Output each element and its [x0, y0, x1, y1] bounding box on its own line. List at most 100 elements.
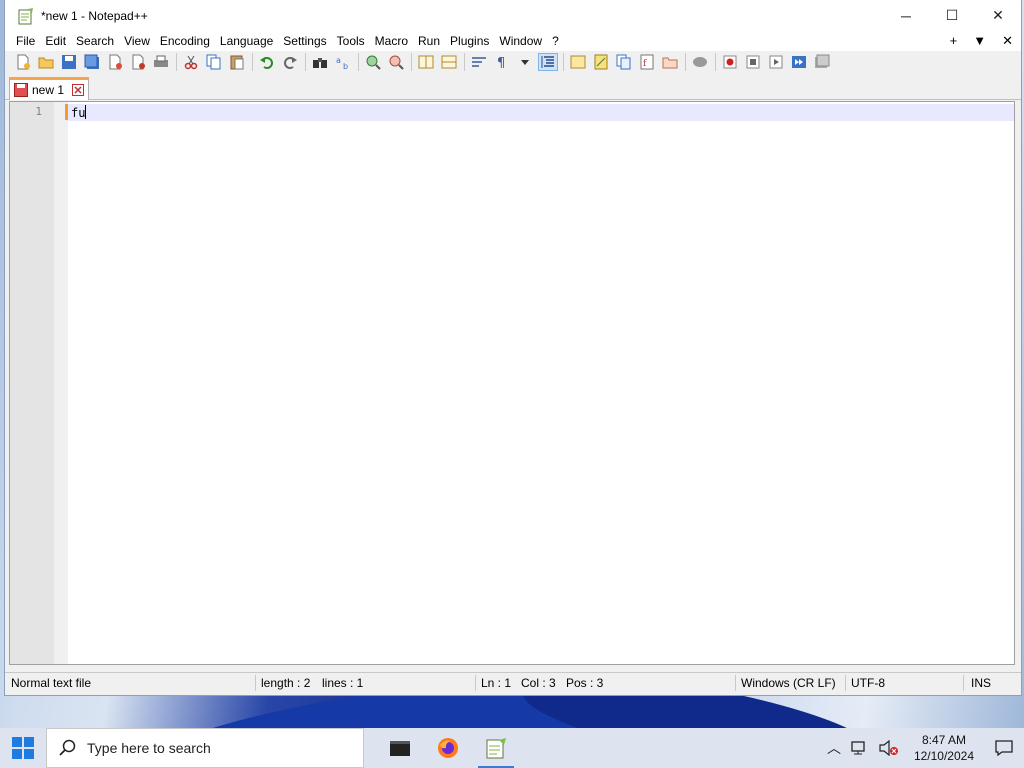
menu-settings[interactable]: Settings [278, 31, 331, 51]
status-bar: Normal text file length : 2 lines : 1 Ln… [5, 672, 1021, 692]
menu-window[interactable]: Window [494, 31, 547, 51]
record-icon [723, 55, 737, 69]
add-tab-button[interactable]: + [950, 31, 958, 51]
binoculars-icon [313, 58, 327, 68]
maximize-button[interactable]: ☐ [929, 0, 975, 31]
printer-icon [154, 55, 168, 67]
current-line-highlight [68, 104, 1014, 121]
close-button[interactable]: ✕ [975, 0, 1021, 31]
notepadpp-window: *new 1 - Notepad++ ─ ☐ ✕ File Edit Searc… [4, 0, 1022, 696]
show-hidden-icons-chevron-up-icon[interactable]: ︿ [827, 738, 841, 758]
menu-help[interactable]: ? [547, 31, 564, 51]
notepadpp-app-icon [18, 7, 33, 24]
taskbar-notepadpp-app[interactable] [472, 728, 520, 768]
network-icon[interactable] [851, 740, 869, 756]
save-all-button[interactable] [82, 53, 102, 71]
line-number: 1 [35, 105, 42, 118]
start-button[interactable] [0, 728, 46, 768]
zoom-out-button[interactable] [386, 53, 406, 71]
clock-date: 12/10/2024 [913, 749, 974, 763]
tab-close-icon[interactable] [72, 84, 85, 96]
cut-button[interactable] [181, 53, 201, 71]
sync-vertical-button[interactable] [416, 53, 436, 71]
taskbar-terminal-app[interactable] [376, 728, 424, 768]
function-list-icon: f [640, 54, 654, 70]
notification-center-button[interactable] [984, 728, 1024, 768]
paste-button[interactable] [227, 53, 247, 71]
editor-area[interactable]: 1 fu [9, 101, 1015, 665]
menu-view[interactable]: View [119, 31, 155, 51]
menu-tools[interactable]: Tools [332, 31, 370, 51]
word-wrap-button[interactable] [469, 53, 489, 71]
status-lines: lines : 1 [322, 676, 364, 690]
menu-plugins[interactable]: Plugins [445, 31, 494, 51]
undo-button[interactable] [257, 53, 277, 71]
menu-search[interactable]: Search [71, 31, 119, 51]
sync-horizontal-icon [441, 55, 457, 69]
stop-macro-button[interactable] [743, 53, 763, 71]
redo-button[interactable] [280, 53, 300, 71]
status-length: length : 2 [261, 676, 311, 690]
play-macro-button[interactable] [766, 53, 786, 71]
save-macro-button[interactable] [812, 53, 832, 71]
menu-encoding[interactable]: Encoding [155, 31, 215, 51]
status-file-type: Normal text file [11, 676, 92, 690]
system-clock[interactable]: 8:47 AM 12/10/2024 [914, 732, 974, 764]
open-file-button[interactable] [36, 53, 56, 71]
user-defined-language-button[interactable] [568, 53, 588, 71]
function-list-button[interactable]: f [637, 53, 657, 71]
save-macro-icon [815, 54, 830, 68]
close-file-button[interactable] [105, 53, 125, 71]
document-list-button[interactable] [614, 53, 634, 71]
print-button[interactable] [151, 53, 171, 71]
menu-language[interactable]: Language [215, 31, 278, 51]
document-list-icon [616, 54, 631, 70]
menu-file[interactable]: File [11, 31, 40, 51]
save-button[interactable] [59, 53, 79, 71]
sync-vertical-icon [418, 55, 434, 69]
tab-list-dropdown-button[interactable]: ▼ [973, 31, 986, 51]
search-icon [59, 739, 76, 756]
taskbar-firefox-app[interactable] [424, 728, 472, 768]
status-eol-format[interactable]: Windows (CR LF) [741, 676, 836, 690]
tab-new-1[interactable]: new 1 [9, 77, 89, 100]
sync-horizontal-button[interactable] [439, 53, 459, 71]
fold-margin[interactable] [54, 102, 68, 664]
document-map-button[interactable] [591, 53, 611, 71]
line-number-gutter [10, 102, 54, 664]
status-position: Pos : 3 [566, 676, 604, 690]
menu-macro[interactable]: Macro [370, 31, 413, 51]
save-all-icon [84, 54, 99, 69]
menu-run[interactable]: Run [413, 31, 445, 51]
minimize-button[interactable]: ─ [883, 0, 929, 31]
monitoring-button[interactable] [690, 53, 710, 71]
new-file-button[interactable] [13, 53, 33, 71]
replace-icon: ab [336, 56, 348, 70]
folder-as-workspace-button[interactable] [660, 53, 680, 71]
firefox-icon [438, 738, 458, 758]
svg-text:¶: ¶ [497, 56, 505, 70]
indent-guide-icon [541, 56, 554, 68]
show-all-characters-button[interactable]: ¶ [492, 53, 512, 71]
show-symbol-dropdown-button[interactable] [515, 53, 535, 71]
record-macro-button[interactable] [720, 53, 740, 71]
zoom-in-button[interactable] [363, 53, 383, 71]
close-document-button[interactable]: ✕ [1002, 31, 1013, 51]
status-insert-mode[interactable]: INS [971, 676, 991, 690]
status-encoding[interactable]: UTF-8 [851, 676, 885, 690]
title-bar[interactable]: *new 1 - Notepad++ ─ ☐ ✕ [5, 0, 1021, 31]
copy-button[interactable] [204, 53, 224, 71]
taskbar-search-box[interactable]: Type here to search [46, 728, 364, 768]
replace-button[interactable]: ab [333, 53, 353, 71]
notepadpp-taskbar-icon [486, 738, 506, 759]
windows-logo-icon [12, 737, 34, 759]
find-button[interactable] [310, 53, 330, 71]
code-line[interactable]: fu [71, 105, 87, 121]
copy-icon [206, 54, 221, 70]
run-macro-multiple-button[interactable] [789, 53, 809, 71]
close-all-button[interactable] [128, 53, 148, 71]
volume-muted-icon[interactable] [879, 740, 899, 756]
indent-guide-button[interactable] [538, 53, 558, 71]
terminal-icon [390, 741, 410, 756]
menu-edit[interactable]: Edit [40, 31, 71, 51]
